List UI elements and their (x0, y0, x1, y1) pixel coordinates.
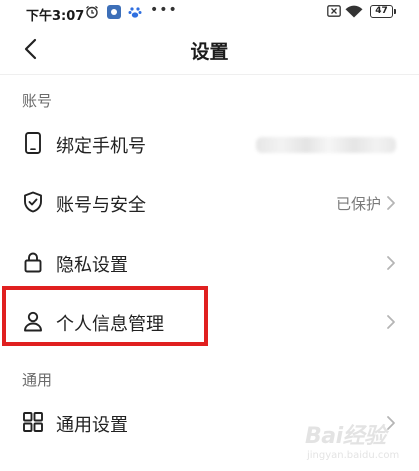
divider (0, 74, 419, 75)
app-badge-icon (107, 5, 121, 19)
grid-icon (23, 412, 43, 432)
settings-item-privacy[interactable]: 隐私设置 (0, 234, 419, 292)
settings-item-bind-phone[interactable]: 绑定手机号 (0, 115, 419, 173)
settings-item-account-security[interactable]: 账号与安全 已保护 (0, 174, 419, 232)
phone-number-blurred (256, 137, 396, 153)
phone-icon (25, 132, 41, 154)
settings-item-label: 绑定手机号 (56, 136, 146, 157)
chevron-right-icon (387, 315, 395, 329)
page-title: 设置 (190, 41, 229, 63)
security-status: 已保护 (335, 195, 381, 213)
nav-bar: 设置 (0, 26, 419, 72)
settings-item-label: 账号与安全 (56, 195, 146, 216)
watermark-sub: jingyan.baidu.com (307, 450, 400, 461)
lock-icon (24, 252, 42, 273)
mute-icon (327, 5, 341, 17)
watermark-text: Bai经验 (305, 424, 386, 449)
status-time: 下午3:07 (26, 9, 85, 24)
shield-check-icon (24, 191, 42, 213)
paw-icon (128, 7, 142, 18)
alarm-icon (86, 5, 98, 19)
person-icon (24, 311, 42, 332)
status-bar: 下午3:07 ••• 47 (0, 0, 419, 26)
more-dots-icon: ••• (150, 2, 178, 18)
settings-item-personal-info[interactable]: 个人信息管理 (0, 293, 419, 351)
watermark-logo: Bai经验 jingyan.baidu.com (305, 412, 417, 468)
section-header-account: 账号 (22, 92, 53, 110)
wifi-icon (345, 5, 363, 18)
chevron-right-icon (387, 256, 395, 270)
chevron-right-icon (387, 196, 395, 210)
battery-icon: 47 (370, 5, 396, 18)
section-header-general: 通用 (22, 371, 53, 389)
settings-item-label: 隐私设置 (56, 255, 128, 276)
settings-item-label: 通用设置 (56, 415, 128, 436)
settings-item-label: 个人信息管理 (56, 314, 164, 335)
